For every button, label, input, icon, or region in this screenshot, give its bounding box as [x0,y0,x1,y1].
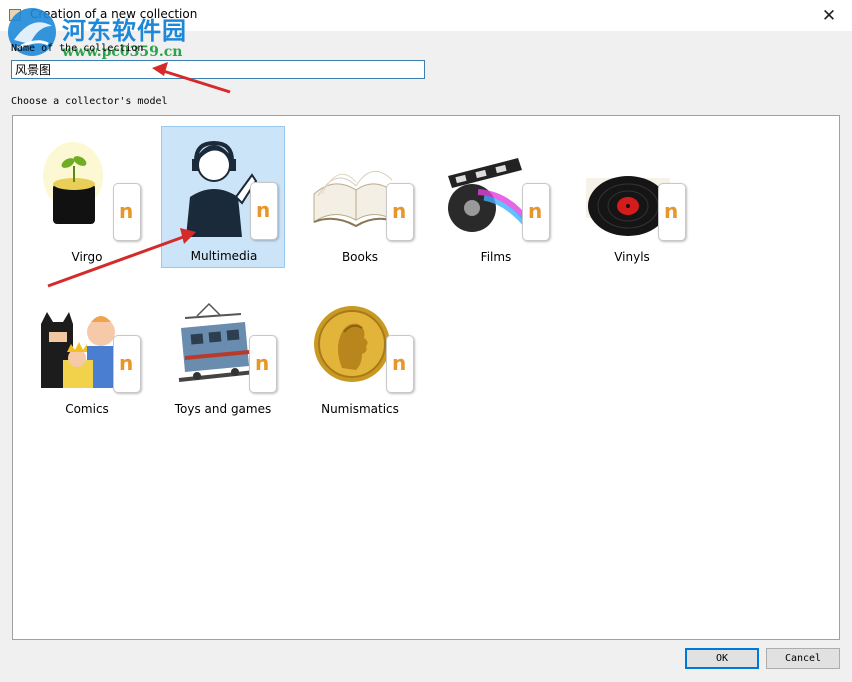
model-tile-multimedia[interactable]: n Multimedia [161,126,285,268]
model-label-multimedia: Multimedia [190,249,258,263]
model-label-comics: Comics [65,402,109,416]
mobile-badge-icon: n [113,335,141,393]
collection-name-label: Name of the collection [11,43,144,54]
cancel-button[interactable]: Cancel [766,648,840,669]
ok-button[interactable]: OK [685,648,759,669]
model-label-books: Books [341,250,379,264]
model-label-virgo: Virgo [71,250,103,264]
model-tile-comics[interactable]: n Comics [25,280,149,422]
close-button[interactable]: ✕ [806,0,852,31]
model-tile-books[interactable]: n Books [298,128,422,270]
model-list: n Virgo n Multimedia n Books n Films n V… [12,115,840,640]
mobile-badge-icon: n [250,182,278,240]
model-tile-toys-and-games[interactable]: n Toys and games [161,280,285,422]
window-title: Creation of a new collection [30,7,198,21]
title-bar: Creation of a new collection ✕ [0,0,852,31]
app-icon [9,9,21,21]
model-label-numismatics: Numismatics [321,402,399,416]
mobile-badge-icon: n [658,183,686,241]
close-icon: ✕ [821,5,837,26]
model-chooser-label: Choose a collector's model [11,96,168,107]
model-tile-virgo[interactable]: n Virgo [25,128,149,270]
model-label-toys-and-games: Toys and games [174,402,272,416]
model-label-vinyls: Vinyls [614,250,650,264]
mobile-badge-icon: n [386,335,414,393]
model-label-films: Films [480,250,512,264]
mobile-badge-icon: n [249,335,277,393]
mobile-badge-icon: n [386,183,414,241]
mobile-badge-icon: n [522,183,550,241]
model-tile-films[interactable]: n Films [434,128,558,270]
model-tile-numismatics[interactable]: n Numismatics [298,280,422,422]
model-tile-vinyls[interactable]: n Vinyls [570,128,694,270]
collection-name-input[interactable] [11,60,425,79]
mobile-badge-icon: n [113,183,141,241]
